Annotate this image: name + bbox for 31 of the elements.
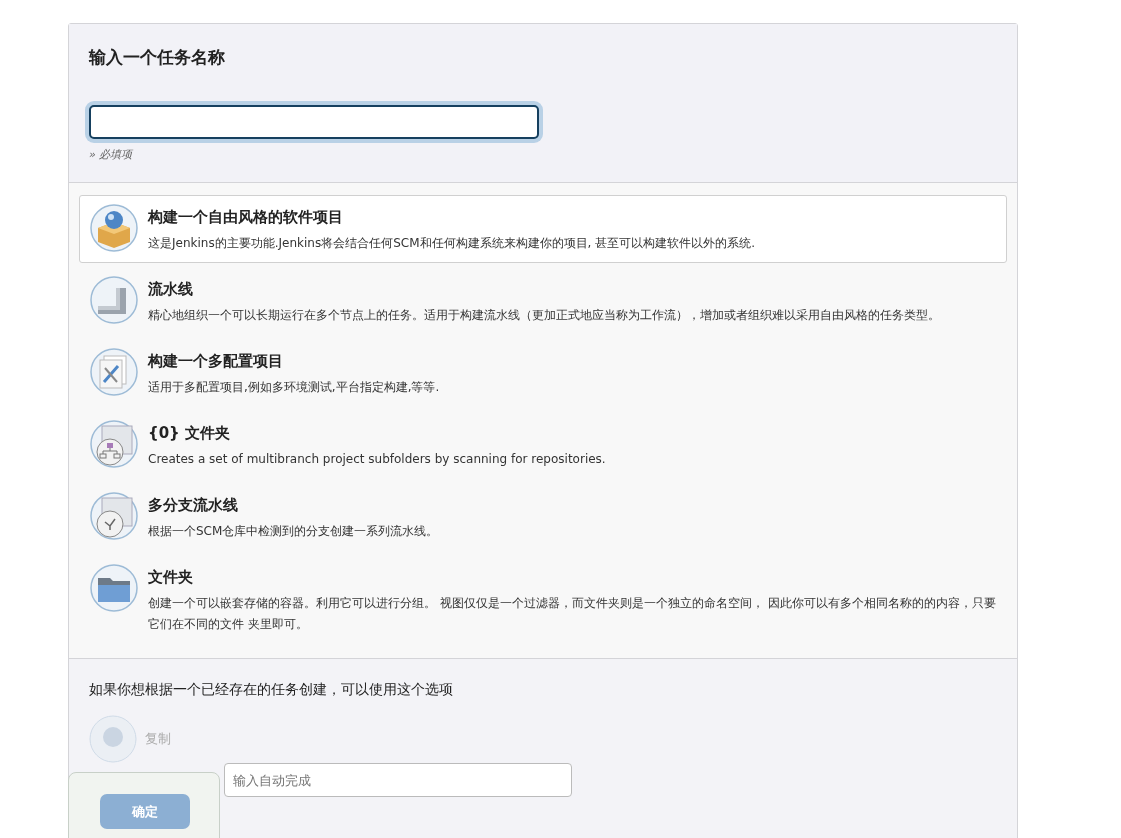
job-type-title: 流水线 <box>148 280 194 299</box>
job-type-option[interactable]: 流水线 精心地组织一个可以长期运行在多个节点上的任务。适用于构建流水线（更加正式地应当称为工作流），增加或者组织难以采用自由风格的任务类型。 <box>79 267 1007 335</box>
tools-icon <box>90 348 138 396</box>
copy-label: 复制 <box>145 730 171 748</box>
network-folder-icon <box>90 420 138 468</box>
job-type-option[interactable]: 文件夹 创建一个可以嵌套存储的容器。利用它可以进行分组。 视图仅仅是一个过滤器，而文件夹则是一个独立的命名空间， 因此你可以有多个相同名称的的内容，只要它们在不同的文件 夹里即可。 <box>79 555 1007 644</box>
job-type-option[interactable]: 构建一个多配置项目 适用于多配置项目,例如多环境测试,平台指定构建,等等. <box>79 339 1007 407</box>
folder-icon <box>90 564 138 612</box>
copy-hint: 如果你想根据一个已经存在的任务创建，可以使用这个选项 <box>89 681 454 699</box>
pipe-icon <box>90 276 138 324</box>
job-type-option[interactable]: 构建一个自由风格的软件项目 这是Jenkins的主要功能.Jenkins将会结合任何SCM和任何构建系统来构建你的项目, 甚至可以构建软件以外的系统. <box>79 195 1007 263</box>
job-type-description: 适用于多配置项目,例如多环境测试,平台指定构建,等等. <box>148 379 440 396</box>
job-type-description: 创建一个可以嵌套存储的容器。利用它可以进行分组。 视图仅仅是一个过滤器，而文件夹则是一个独立的命名空间， 因此你可以有多个相同名称的的内容，只要它们在不同的文件 夹里即可。 <box>148 595 996 633</box>
sphere-icon <box>89 715 137 763</box>
box-icon <box>90 204 138 252</box>
job-type-option[interactable]: {0} 文件夹 Creates a set of multibranch project subfolders by scanning for repositories. <box>79 411 1007 479</box>
job-type-title: {0} 文件夹 <box>148 424 232 443</box>
required-hint: » 必填项 <box>89 147 134 162</box>
branch-folder-icon <box>90 492 138 540</box>
job-type-option[interactable]: 多分支流水线 根据一个SCM仓库中检测到的分支创建一系列流水线。 <box>79 483 1007 551</box>
job-type-description: 精心地组织一个可以长期运行在多个节点上的任务。适用于构建流水线（更加正式地应当称为工作流），增加或者组织难以采用自由风格的任务类型。 <box>148 307 940 324</box>
job-name-field[interactable] <box>89 105 539 139</box>
job-type-title: 文件夹 <box>148 568 194 587</box>
job-type-description: Creates a set of multibranch project subfolders by scanning for repositories. <box>148 451 606 468</box>
job-type-title: 构建一个自由风格的软件项目 <box>148 208 344 227</box>
section-title: 输入一个任务名称 <box>89 46 226 69</box>
job-type-title: 多分支流水线 <box>148 496 239 515</box>
job-type-description: 根据一个SCM仓库中检测到的分支创建一系列流水线。 <box>148 523 439 540</box>
job-type-description: 这是Jenkins的主要功能.Jenkins将会结合任何SCM和任何构建系统来构建你的项目, 甚至可以构建软件以外的系统. <box>148 235 755 252</box>
copy-from-field[interactable]: 输入自动完成 <box>224 763 572 797</box>
job-type-title: 构建一个多配置项目 <box>148 352 284 371</box>
